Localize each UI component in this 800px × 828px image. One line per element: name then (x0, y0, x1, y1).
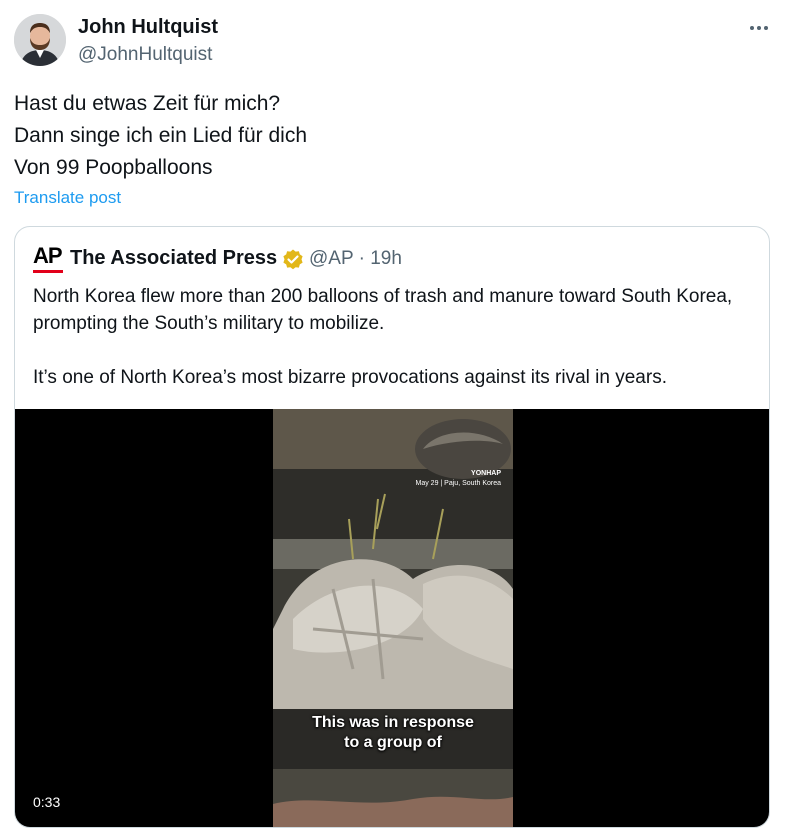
avatar-photo-icon (14, 14, 66, 66)
video-caption-line: This was in response (312, 714, 474, 731)
quoted-author-name[interactable]: The Associated Press (70, 247, 277, 270)
tweet-text-line: Hast du etwas Zeit für mich? (14, 92, 281, 115)
video-source-brand: YONHAP (471, 470, 501, 477)
translate-post-link[interactable]: Translate post (14, 188, 121, 208)
quoted-meta: @AP · 19h (309, 248, 402, 270)
verified-gold-badge-icon (283, 249, 303, 270)
video-caption: This was in response to a group of (273, 713, 513, 753)
video-player[interactable]: YONHAP May 29 | Paju, South Korea This w… (15, 409, 769, 827)
video-frame: YONHAP May 29 | Paju, South Korea This w… (273, 409, 513, 827)
ap-logo-avatar[interactable]: AP (33, 245, 67, 275)
quoted-author-handle[interactable]: @AP (309, 248, 353, 269)
author-handle[interactable]: @JohnHultquist (78, 44, 212, 66)
video-caption-line: to a group of (344, 734, 442, 751)
quoted-paragraph: It’s one of North Korea’s most bizarre p… (33, 367, 667, 388)
quoted-tweet-text: North Korea flew more than 200 balloons … (33, 283, 753, 391)
ap-logo-underline (33, 270, 63, 273)
ap-logo-text: AP (33, 243, 63, 268)
video-source-tag: YONHAP May 29 | Paju, South Korea (416, 469, 501, 489)
video-source-location: May 29 | Paju, South Korea (415, 480, 501, 487)
video-duration: 0:33 (27, 793, 67, 811)
author-avatar[interactable] (14, 14, 66, 66)
quoted-timestamp[interactable]: 19h (370, 248, 402, 269)
tweet-text-line: Von 99 Poopballoons (14, 156, 213, 179)
quoted-paragraph: North Korea flew more than 200 balloons … (33, 286, 733, 334)
more-horizontal-icon (750, 26, 768, 30)
author-name[interactable]: John Hultquist (78, 16, 218, 39)
quoted-tweet[interactable]: AP The Associated Press @AP · 19h North … (14, 226, 770, 828)
more-options-button[interactable] (744, 14, 774, 42)
meta-separator: · (353, 248, 371, 269)
tweet-text: Hast du etwas Zeit für mich? Dann singe … (14, 88, 774, 184)
tweet-text-line: Dann singe ich ein Lied für dich (14, 124, 308, 147)
tweet: John Hultquist @JohnHultquist Hast du et… (0, 0, 800, 828)
